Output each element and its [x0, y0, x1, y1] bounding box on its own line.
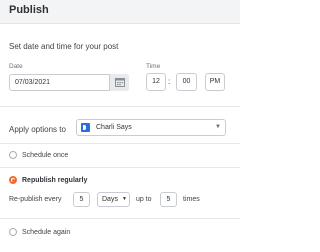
time-separator: :: [168, 77, 171, 86]
minute-input[interactable]: 00: [176, 73, 197, 91]
chevron-down-icon: ▼: [122, 196, 127, 202]
date-label: Date: [9, 63, 23, 70]
chevron-down-icon: ▼: [215, 124, 221, 130]
ampm-toggle[interactable]: PM: [205, 73, 225, 91]
up-to-text: up to: [136, 196, 152, 203]
divider: [0, 106, 240, 107]
brand-icon: [81, 123, 90, 132]
calendar-icon: [115, 78, 125, 87]
interval-input[interactable]: 5: [73, 192, 90, 207]
time-label: Time: [146, 63, 161, 70]
hour-input[interactable]: 12: [146, 73, 166, 91]
divider: [0, 218, 240, 219]
apply-options-label: Apply options to: [9, 125, 66, 134]
calendar-button[interactable]: [109, 74, 129, 91]
divider: [0, 167, 240, 168]
panel-header: Publish: [0, 0, 240, 24]
times-text: times: [183, 196, 200, 203]
interval-unit-select[interactable]: Days ▼: [97, 192, 130, 207]
schedule-once-label[interactable]: Schedule once: [22, 152, 68, 159]
republish-regularly-label[interactable]: Republish regularly: [22, 177, 87, 184]
republish-prefix-text: Re-publish every: [9, 196, 62, 203]
count-input[interactable]: 5: [160, 192, 177, 207]
schedule-again-radio[interactable]: [9, 228, 17, 236]
schedule-again-label[interactable]: Schedule again: [22, 229, 70, 236]
schedule-section-title: Set date and time for your post: [9, 42, 119, 51]
republish-regularly-radio[interactable]: [9, 176, 17, 184]
schedule-once-radio[interactable]: [9, 151, 17, 159]
interval-unit-value: Days: [102, 196, 118, 203]
apply-options-select[interactable]: Charli Says: [76, 119, 226, 136]
panel-title: Publish: [9, 4, 49, 16]
divider: [0, 143, 240, 144]
